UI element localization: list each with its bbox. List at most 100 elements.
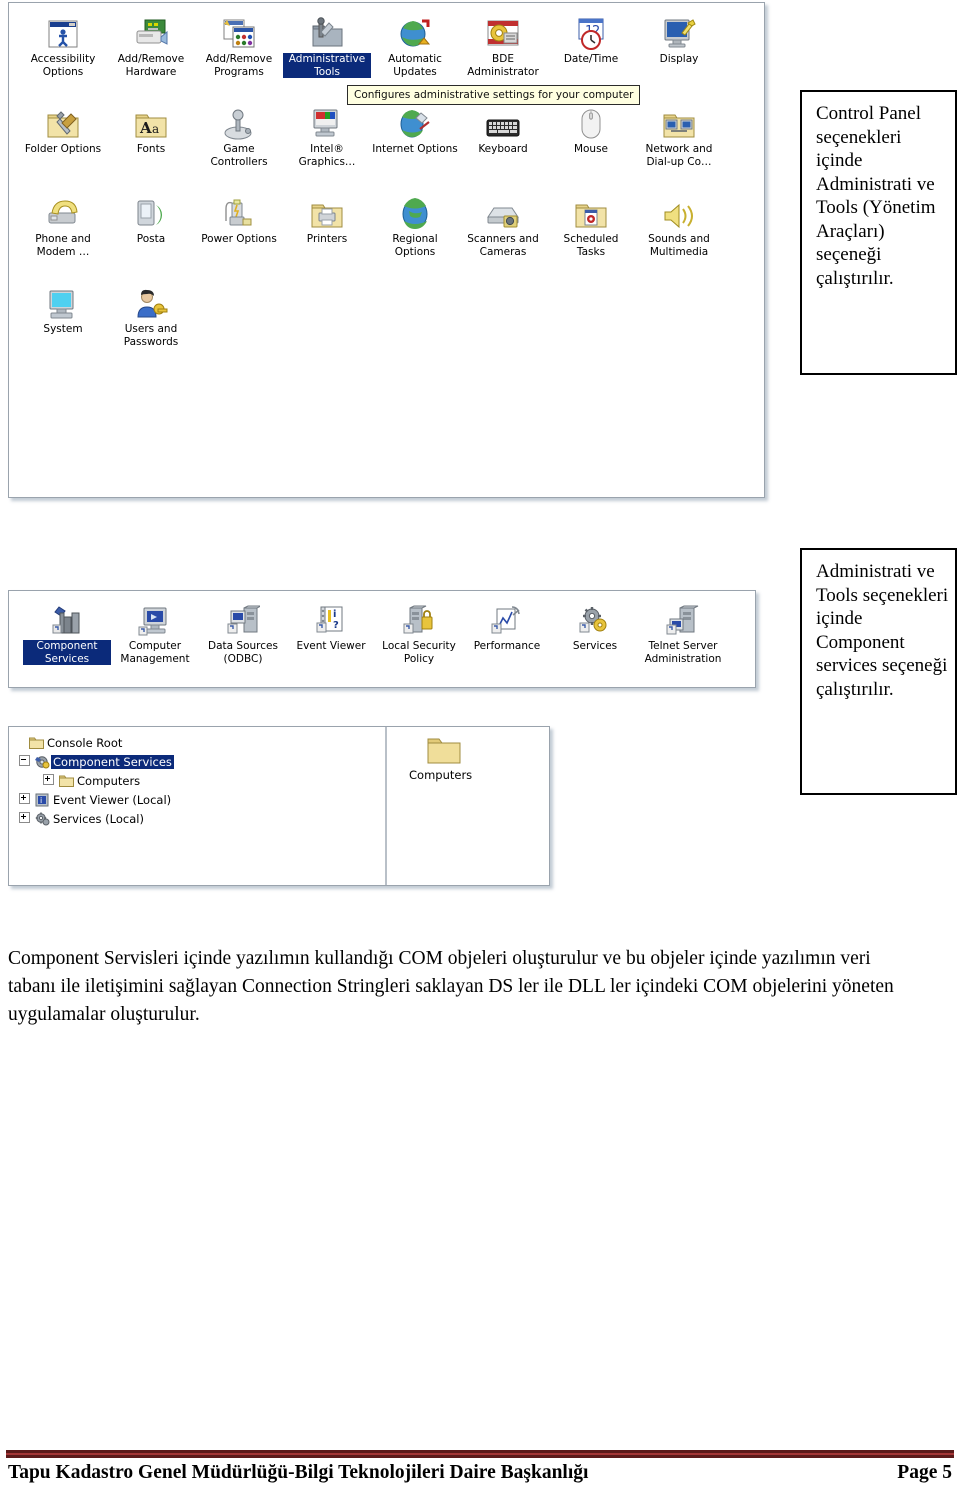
cp-item-label: System [43,323,83,335]
cp-item-sounds-multimedia[interactable]: Sounds and Multimedia [635,187,723,277]
sounds-multimedia-icon [635,189,723,231]
control-panel-icon-grid: Accessibility Options Add/Remove Hardwar… [19,7,759,367]
cp-item-label: Sounds and Multimedia [648,233,710,258]
printers-icon [283,189,371,231]
bde-administrator-icon [459,9,547,51]
at-item-local-security-policy[interactable]: Local Security Policy [375,597,463,665]
tree-item-console-root[interactable]: Console Root [13,733,385,752]
add-remove-hardware-icon [107,9,195,51]
cp-item-label: Automatic Updates [388,53,442,78]
date-time-icon: 1 2 [547,9,635,51]
cp-item-phone-modem[interactable]: Phone and Modem … [19,187,107,277]
cp-item-users-passwords[interactable]: Users and Passwords [107,277,195,367]
fonts-icon: A a [107,99,195,141]
cp-item-label: BDE Administrator [467,53,539,78]
control-panel-row: Phone and Modem … Posta Power Options Pr… [19,187,759,277]
scheduled-tasks-icon [547,189,635,231]
cp-item-power-options[interactable]: Power Options [195,187,283,277]
cp-item-label: Network and Dial-up Co… [645,143,713,168]
at-item-label: Local Security Policy [382,640,456,665]
internet-options-icon [371,99,459,141]
administrative-tools-icon [283,9,371,51]
svg-text:?: ? [333,620,339,631]
cp-item-label: Add/Remove Programs [205,53,273,78]
cp-item-administrative-tools[interactable]: Administrative Tools [283,7,371,97]
tree-item-component-services[interactable]: Component Services [13,752,385,771]
at-item-event-viewer[interactable]: i ? Event Viewer [287,597,375,665]
cp-item-bde-administrator[interactable]: BDE Administrator [459,7,547,97]
svg-text:i: i [40,796,42,805]
cp-item-automatic-updates[interactable]: Automatic Updates [371,7,459,97]
cp-item-intel-graphics[interactable]: Intel® Graphics… [283,97,371,187]
regional-options-icon [371,189,459,231]
local-security-policy-icon [375,597,463,637]
footer-page-number: Page 5 [897,1462,952,1483]
cp-item-mouse[interactable]: Mouse [547,97,635,187]
cp-item-label: Internet Options [372,143,458,155]
cp-item-label: Phone and Modem … [35,233,91,258]
cp-item-game-controllers[interactable]: Game Controllers [195,97,283,187]
folder-icon [427,735,549,764]
tree-expander-plus[interactable] [19,792,33,807]
tree-item-label: Event Viewer (Local) [53,792,172,807]
cp-item-date-time[interactable]: 1 2 Date/Time [547,7,635,97]
cp-item-label: Intel® Graphics… [298,143,356,168]
tree-expander-minus[interactable] [19,754,33,769]
control-panel-row: Folder Options A a Fonts Game Controller… [19,97,759,187]
cp-item-internet-options[interactable]: Internet Options [371,97,459,187]
at-item-computer-management[interactable]: Computer Management [111,597,199,665]
cp-item-printers[interactable]: Printers [283,187,371,277]
at-item-label: Performance [473,640,541,652]
cp-item-folder-options[interactable]: Folder Options [19,97,107,187]
computer-management-icon [111,597,199,637]
scanners-cameras-icon [459,189,547,231]
cp-item-display[interactable]: Display [635,7,723,97]
cp-item-label: Game Controllers [210,143,268,168]
cp-item-fonts[interactable]: A a Fonts [107,97,195,187]
tree-expander-plus[interactable] [43,773,57,788]
at-item-data-sources-odbc[interactable]: Data Sources (ODBC) [199,597,287,665]
cp-item-label: Keyboard [478,143,528,155]
cp-item-scheduled-tasks[interactable]: Scheduled Tasks [547,187,635,277]
tree-item-computers[interactable]: Computers [13,771,385,790]
detail-item-label: Computers [409,768,473,782]
keyboard-icon [459,99,547,141]
display-icon [635,9,723,51]
at-item-services[interactable]: Services [551,597,639,665]
tree-item-label: Component Services [51,754,174,769]
cp-item-scanners-cameras[interactable]: Scanners and Cameras [459,187,547,277]
tree-item-services-local[interactable]: Services (Local) [13,809,385,828]
cp-item-add-remove-hardware[interactable]: Add/Remove Hardware [107,7,195,97]
at-item-performance[interactable]: Performance [463,597,551,665]
at-item-label: Telnet Server Administration [644,640,722,665]
tree-item-label: Computers [77,773,141,788]
add-remove-programs-icon [195,9,283,51]
svg-text:i: i [333,609,336,620]
cp-item-system[interactable]: System [19,277,107,367]
at-item-telnet-server-administration[interactable]: Telnet Server Administration [639,597,727,665]
control-panel-row: System Users and Passwords [19,277,759,367]
cp-item-keyboard[interactable]: Keyboard [459,97,547,187]
tree-item-event-viewer-local[interactable]: i Event Viewer (Local) [13,790,385,809]
component-services-icon [23,597,111,637]
console-detail-pane[interactable]: Computers [387,727,549,885]
services-small-icon [33,812,51,826]
cp-item-network-dialup[interactable]: Network and Dial-up Co… [635,97,723,187]
at-item-label: Computer Management [120,640,190,665]
event-viewer-small-icon: i [33,793,51,807]
cp-item-regional-options[interactable]: Regional Options [371,187,459,277]
folder-icon [27,736,45,749]
phone-modem-icon [19,189,107,231]
console-tree-pane[interactable]: Console Root Component Services Computer… [9,727,387,885]
tree-expander-plus[interactable] [19,811,33,826]
cp-item-label: Date/Time [563,53,619,65]
cp-item-posta[interactable]: Posta [107,187,195,277]
cp-item-label: Power Options [201,233,277,245]
mmc-console-window: Console Root Component Services Computer… [8,726,550,886]
services-icon [551,597,639,637]
body-paragraph: Component Servisleri içinde yazılımın ku… [8,947,894,1025]
cp-item-accessibility-options[interactable]: Accessibility Options [19,7,107,97]
cp-item-add-remove-programs[interactable]: Add/Remove Programs [195,7,283,97]
at-item-component-services[interactable]: Component Services [23,597,111,665]
cp-item-label: Regional Options [392,233,438,258]
